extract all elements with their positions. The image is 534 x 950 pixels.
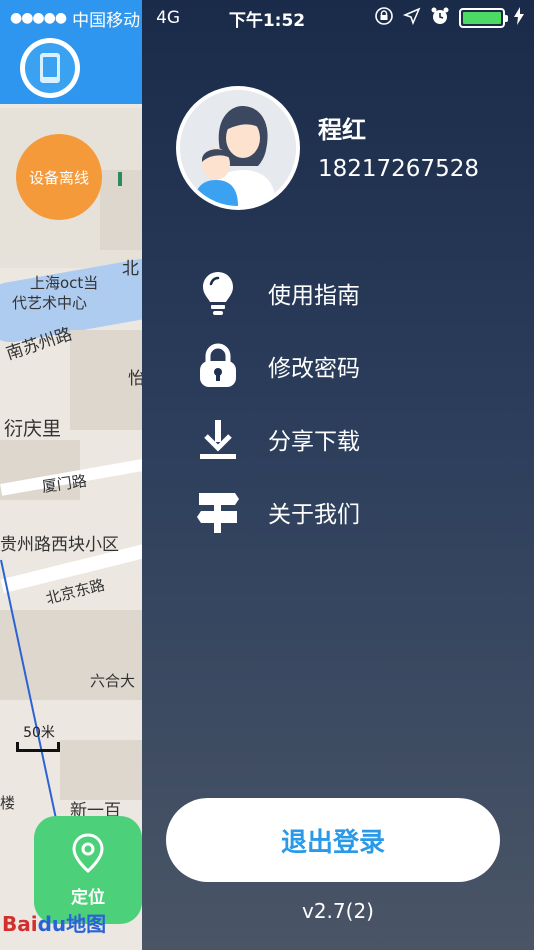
user-name: 程红 (318, 116, 366, 144)
map-label-liuhe: 六合大 (90, 672, 136, 690)
avatar[interactable] (176, 86, 300, 210)
lock-icon (190, 341, 246, 391)
side-drawer: 程红 18217267528 使用指南 修改密码 分享下载 关于我们 退出登录 … (142, 0, 534, 950)
signal-strength-icon: ●●●●● (10, 10, 67, 26)
location-pin-icon (71, 832, 105, 877)
drawer-menu: 使用指南 修改密码 分享下载 关于我们 (190, 256, 510, 548)
locate-label: 定位 (71, 887, 105, 908)
device-icon (25, 43, 75, 93)
menu-item-about-us[interactable]: 关于我们 (190, 475, 510, 548)
battery-icon (459, 8, 508, 28)
map-scale-bar (16, 742, 60, 752)
map-label-guizhou-road: 贵州路西块小区 (0, 535, 119, 555)
map-scale: 50米 (16, 722, 62, 754)
charging-icon (514, 6, 524, 30)
device-offline-badge[interactable]: 设备离线 (16, 134, 102, 220)
user-phone: 18217267528 (318, 156, 479, 182)
app-version: v2.7(2) (302, 899, 374, 923)
map-view[interactable]: 设备离线 北 上海oct当 代艺术中心 南苏州路 怡 衍庆里 厦门路 贵州路西块… (0, 0, 142, 950)
map-scale-label: 50米 (23, 725, 55, 741)
network-type: 4G (156, 8, 181, 28)
location-arrow-icon (402, 7, 421, 30)
menu-label-change-password: 修改密码 (268, 355, 360, 382)
map-block (60, 740, 142, 800)
logo-du: du地图 (37, 912, 107, 936)
device-button[interactable] (20, 38, 80, 98)
lightbulb-icon (190, 268, 246, 318)
alarm-icon (430, 6, 450, 31)
map-label-yi: 怡 (128, 369, 142, 389)
menu-item-share-download[interactable]: 分享下载 (190, 402, 510, 475)
rotation-lock-icon (374, 6, 394, 31)
menu-label-about-us: 关于我们 (268, 501, 360, 528)
map-label-lou: 楼 (0, 794, 16, 812)
map-poi-icon (118, 172, 122, 186)
menu-item-guide[interactable]: 使用指南 (190, 256, 510, 329)
map-label-oct: 上海oct当 (30, 274, 99, 292)
menu-label-share-download: 分享下载 (268, 428, 360, 455)
baidu-map-logo: Baidu地图 (2, 908, 106, 937)
menu-item-change-password[interactable]: 修改密码 (190, 329, 510, 402)
map-label-art-center: 代艺术中心 (12, 294, 88, 312)
map-label-yanqingli: 衍庆里 (4, 418, 62, 440)
logout-button[interactable]: 退出登录 (166, 798, 500, 882)
signpost-icon (190, 487, 246, 537)
map-label-bei: 北 (122, 259, 139, 279)
logo-bai: Bai (2, 912, 38, 936)
menu-label-guide: 使用指南 (268, 282, 360, 309)
avatar-image (180, 90, 296, 206)
status-bar: ●●●●● 中国移动 4G 下午1:52 (0, 0, 534, 36)
download-icon (190, 414, 246, 464)
carrier-name: 中国移动 (72, 10, 141, 31)
